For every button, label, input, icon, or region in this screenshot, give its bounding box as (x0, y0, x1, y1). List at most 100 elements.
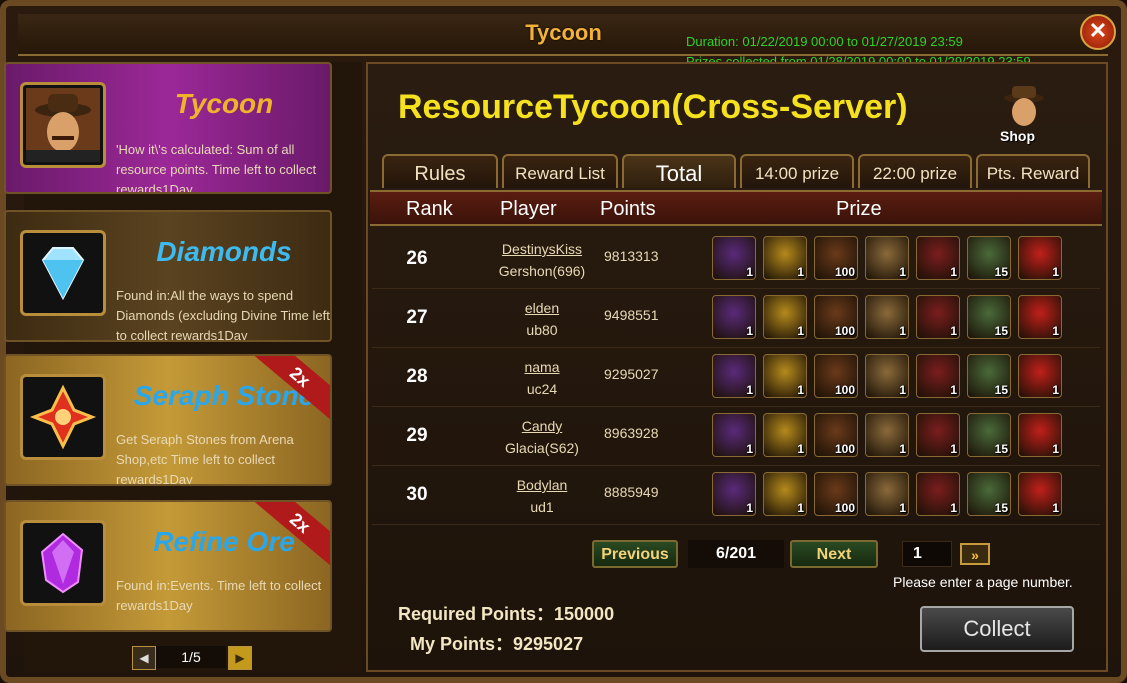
shop-label: Shop (1000, 128, 1035, 144)
purple-chest-icon[interactable]: 1 (712, 413, 756, 457)
required-points-value: 150000 (554, 604, 615, 624)
purple-orb-icon[interactable]: 100 (814, 295, 858, 339)
red-gem-icon[interactable]: 1 (1018, 354, 1062, 398)
tab-pts-reward[interactable]: Pts. Reward (976, 154, 1090, 188)
red-gem-icon[interactable]: 1 (1018, 236, 1062, 280)
player-name-link[interactable]: Bodylan (482, 474, 602, 496)
prize-quantity: 100 (834, 383, 855, 397)
prize-quantity: 100 (834, 265, 855, 279)
prize-quantity: 1 (950, 265, 957, 279)
purple-orb-icon[interactable]: 100 (814, 354, 858, 398)
required-points-label: Required Points： (398, 604, 555, 624)
tab-total[interactable]: Total (622, 154, 736, 188)
prize-quantity: 1 (899, 265, 906, 279)
table-row: 29 Candy Glacia(S62) 8963928 1 1 100 1 1 15 1 (372, 407, 1100, 466)
red-chest-icon[interactable]: 1 (916, 472, 960, 516)
prize-quantity: 1 (950, 501, 957, 515)
column-header-rank: Rank (406, 198, 453, 220)
prize-quantity: 100 (834, 501, 855, 515)
event-card-refine-ore[interactable]: Refine Ore Found in:Events. Time left to… (4, 500, 332, 632)
column-header-player: Player (500, 198, 557, 220)
tab-rules[interactable]: Rules (382, 154, 498, 188)
event-name: Tycoon (174, 88, 274, 119)
event-name: Diamonds (156, 236, 292, 267)
gold-scroll-icon[interactable]: 1 (763, 354, 807, 398)
table-header: Rank Player Points Prize (370, 190, 1102, 226)
green-chest-icon[interactable]: 15 (967, 295, 1011, 339)
next-button[interactable]: Next (790, 540, 878, 568)
green-chest-icon[interactable]: 15 (967, 236, 1011, 280)
event-description: 'How it\'s calculated: Sum of all resour… (116, 142, 317, 194)
prize-quantity: 1 (899, 501, 906, 515)
gold-scroll-icon[interactable]: 1 (763, 236, 807, 280)
red-gem-icon[interactable]: 1 (1018, 413, 1062, 457)
player-name-link[interactable]: DestinysKiss (482, 238, 602, 260)
prize-quantity: 1 (746, 383, 753, 397)
gold-scroll-icon[interactable]: 1 (763, 472, 807, 516)
table-row: 27 elden ub80 9498551 1 1 100 1 1 15 1 (372, 289, 1100, 348)
purple-chest-icon[interactable]: 1 (712, 472, 756, 516)
purple-chest-icon[interactable]: 1 (712, 295, 756, 339)
table-row: 30 Bodylan ud1 8885949 1 1 100 1 1 15 1 (372, 466, 1100, 525)
brown-book-icon[interactable]: 1 (865, 236, 909, 280)
previous-button[interactable]: Previous (592, 540, 678, 568)
my-points: My Points：9295027 (410, 630, 583, 656)
event-card-diamonds[interactable]: Diamonds Found in:All the ways to spend … (4, 210, 332, 342)
prize-quantity: 15 (994, 442, 1008, 456)
page-number-input[interactable]: 1 (902, 541, 952, 567)
player-name-link[interactable]: Candy (482, 415, 602, 437)
red-gem-icon[interactable]: 1 (1018, 295, 1062, 339)
close-icon[interactable]: ✕ (1080, 14, 1116, 50)
right-arrow-icon[interactable]: ▶ (228, 646, 252, 670)
prize-quantity: 15 (994, 383, 1008, 397)
page-indicator: 6/201 (688, 540, 784, 568)
brown-book-icon[interactable]: 1 (865, 295, 909, 339)
green-chest-icon[interactable]: 15 (967, 413, 1011, 457)
red-chest-icon[interactable]: 1 (916, 413, 960, 457)
event-description: Get Seraph Stones from Arena Shop,etc Ti… (116, 432, 294, 486)
tab-reward-list[interactable]: Reward List (502, 154, 618, 188)
rank-cell: 27 (406, 307, 428, 328)
column-header-prize: Prize (836, 198, 882, 220)
rank-cell: 26 (406, 248, 428, 269)
table-row: 26 DestinysKiss Gershon(696) 9813313 1 1 100 1 1… (372, 230, 1100, 289)
purple-orb-icon[interactable]: 100 (814, 413, 858, 457)
red-chest-icon[interactable]: 1 (916, 354, 960, 398)
event-card-tycoon[interactable]: Tycoon 'How it\'s calculated: Sum of all… (4, 62, 332, 194)
prize-quantity: 100 (834, 442, 855, 456)
purple-chest-icon[interactable]: 1 (712, 236, 756, 280)
purple-orb-icon[interactable]: 100 (814, 472, 858, 516)
prize-quantity: 1 (797, 501, 804, 515)
red-gem-icon[interactable]: 1 (1018, 472, 1062, 516)
double-chevron-right-icon[interactable]: » (960, 543, 990, 565)
tab-14-prize[interactable]: 14:00 prize (740, 154, 854, 188)
green-chest-icon[interactable]: 15 (967, 354, 1011, 398)
brown-book-icon[interactable]: 1 (865, 413, 909, 457)
gold-scroll-icon[interactable]: 1 (763, 295, 807, 339)
my-points-value: 9295027 (513, 634, 584, 654)
tab-22-prize[interactable]: 22:00 prize (858, 154, 972, 188)
player-name-link[interactable]: nama (482, 356, 602, 378)
purple-chest-icon[interactable]: 1 (712, 354, 756, 398)
shop-button[interactable]: Shop (996, 82, 1052, 148)
prize-quantity: 1 (797, 383, 804, 397)
required-points: Required Points：150000 (398, 600, 614, 626)
rank-cell: 28 (406, 366, 428, 387)
brown-book-icon[interactable]: 1 (865, 472, 909, 516)
points-cell: 9498551 (604, 307, 659, 323)
player-name-link[interactable]: elden (482, 297, 602, 319)
my-points-label: My Points： (410, 634, 514, 654)
brown-book-icon[interactable]: 1 (865, 354, 909, 398)
player-server: ud1 (530, 499, 554, 515)
green-chest-icon[interactable]: 15 (967, 472, 1011, 516)
purple-orb-icon[interactable]: 100 (814, 236, 858, 280)
prize-quantity: 100 (834, 324, 855, 338)
red-chest-icon[interactable]: 1 (916, 295, 960, 339)
left-arrow-icon[interactable]: ◀ (132, 646, 156, 670)
prize-quantity: 1 (797, 442, 804, 456)
red-chest-icon[interactable]: 1 (916, 236, 960, 280)
gold-scroll-icon[interactable]: 1 (763, 413, 807, 457)
prize-quantity: 1 (899, 442, 906, 456)
collect-button[interactable]: Collect (920, 606, 1074, 652)
event-card-seraph-stone[interactable]: Seraph Stone Get Seraph Stones from Aren… (4, 354, 332, 486)
